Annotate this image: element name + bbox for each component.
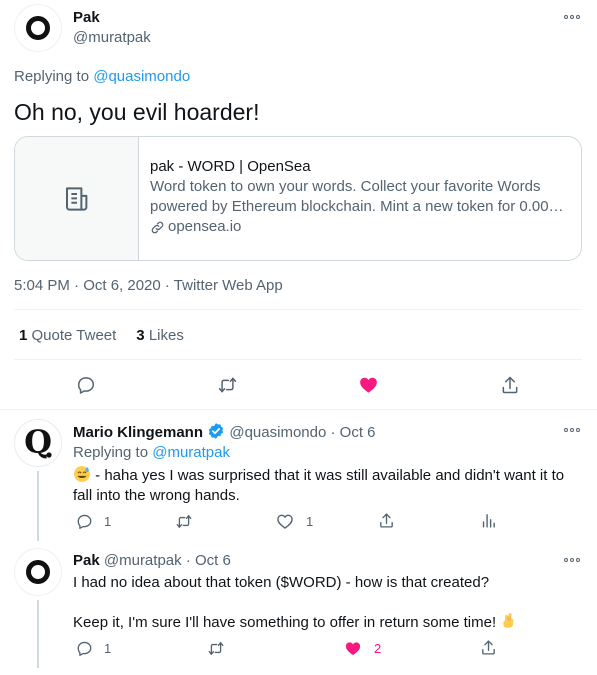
like-count: 1 [306,514,314,529]
separator-dot: · [330,424,336,441]
heart-icon [344,640,362,657]
divider [14,359,582,360]
card-desc-line: Word token to own your words. Collect yo… [150,178,541,195]
pak-logo [26,16,50,40]
reply-text-line: Keep it, I'm sure I'll have something to… [73,614,501,631]
reply-text: - haha yes I was surprised that it was s… [73,465,564,506]
heart-icon[interactable] [358,375,379,395]
separator-dot: · [185,552,191,569]
retweet-button[interactable] [207,640,225,657]
replying-to: Replying to @muratpak [73,444,230,461]
retweet-icon [175,513,193,530]
reply-text-line: I had no idea about that token ($WORD) -… [73,574,490,591]
replying-label: Replying to [73,444,153,461]
like-button[interactable]: 1 [276,513,313,530]
card-thumbnail [15,137,139,260]
reply-icon [76,640,93,657]
link-icon [150,220,165,235]
reply-avatar[interactable]: Q [14,419,62,467]
divider [14,309,582,310]
like-button[interactable]: 2 [344,640,381,657]
retweet-icon [207,640,225,657]
more-icon[interactable] [564,555,582,565]
card-description: Word token to own your words. Collect yo… [150,177,569,217]
reply-author-name[interactable]: Mario Klingemann [73,424,203,441]
heart-icon [276,513,294,530]
document-icon [62,184,92,214]
card-domain: opensea.io [150,217,569,237]
share-icon[interactable] [500,375,520,395]
like-count: 2 [374,641,382,656]
reply-avatar[interactable] [14,548,62,596]
pak-logo [26,560,50,584]
thread-line [37,600,39,668]
crossed-fingers-emoji [500,612,518,630]
tweet-timestamp[interactable]: 5:04 PM · Oct 6, 2020 · Twitter Web App [14,277,283,294]
thread-line [37,471,39,541]
reply-count: 1 [104,641,112,656]
sweat-smile-emoji [73,465,91,483]
retweet-button[interactable] [175,513,193,530]
reply-date[interactable]: Oct 6 [195,552,231,569]
share-icon[interactable] [480,639,497,656]
reply-header: Mario Klingemann @quasimondo · Oct 6 [73,422,376,441]
verified-icon [207,422,225,440]
author-handle[interactable]: @muratpak [73,29,151,46]
more-icon[interactable] [564,12,582,22]
analytics-icon[interactable] [480,512,497,529]
reply-count: 1 [104,514,112,529]
retweet-icon[interactable] [217,375,238,395]
author-name[interactable]: Pak [73,9,100,26]
reply-icon[interactable] [76,375,96,395]
card-domain-text: opensea.io [168,218,242,235]
reply-author-name[interactable]: Pak [73,552,100,569]
author-avatar[interactable] [14,4,62,52]
reply-author-handle[interactable]: @quasimondo [229,424,326,441]
reply-text: I had no idea about that token ($WORD) -… [73,573,518,633]
reply-button[interactable]: 1 [76,640,111,657]
tweet-stats: 1 Quote Tweet 3 Likes [19,327,184,344]
reply-button[interactable]: 1 [76,513,111,530]
replying-to-link[interactable]: @muratpak [152,444,230,461]
tweet-text: Oh no, you evil hoarder! [14,99,260,125]
card-desc-line: powered by Ethereum blockchain. Mint a n… [150,198,564,215]
reply-author-handle[interactable]: @muratpak [104,552,182,569]
quote-tweet-stat[interactable]: 1 Quote Tweet [19,327,116,344]
likes-stat[interactable]: 3 Likes [136,327,184,344]
replying-label: Replying to [14,68,94,85]
divider [0,409,597,410]
replying-to: Replying to @quasimondo [14,68,190,85]
card-title: pak - WORD | OpenSea [150,158,311,175]
reply-icon [76,513,93,530]
more-icon[interactable] [564,425,582,435]
reply-text-line: - haha yes I was surprised that it was s… [91,467,565,484]
reply-header: Pak @muratpak · Oct 6 [73,552,231,569]
link-card[interactable]: pak - WORD | OpenSea Word token to own y… [14,136,582,261]
card-body: pak - WORD | OpenSea Word token to own y… [139,137,581,260]
reply-text-line: fall into the wrong hands. [73,487,240,504]
q-logo: Q [24,423,52,461]
replying-to-link[interactable]: @quasimondo [93,68,190,85]
reply-date[interactable]: Oct 6 [340,424,376,441]
share-icon[interactable] [378,512,395,529]
